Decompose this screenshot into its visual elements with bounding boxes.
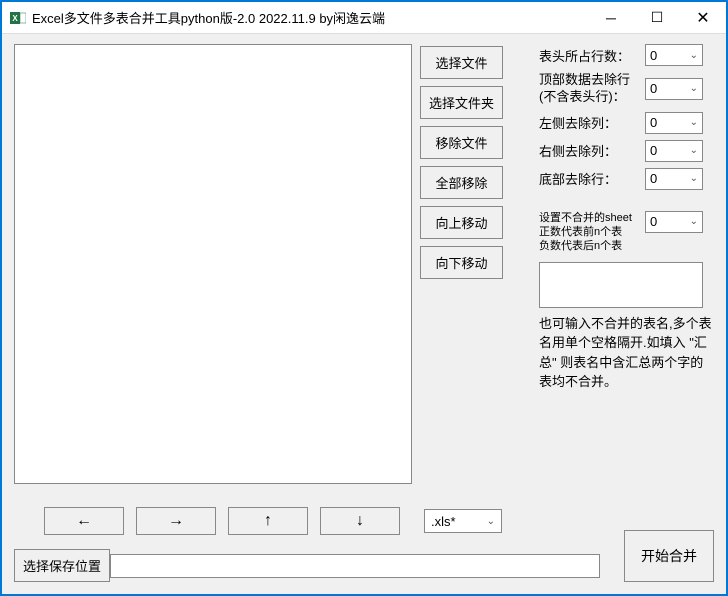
maximize-button[interactable]: ☐ [634,2,680,33]
sheet-exclude-textarea[interactable] [539,262,703,308]
nav-up-button[interactable]: ↑ [228,507,308,535]
remove-all-button[interactable]: 全部移除 [420,166,503,199]
select-files-button[interactable]: 选择文件 [420,46,503,79]
right-remove-select[interactable]: 0 ⌄ [645,140,703,162]
save-row: 选择保存位置 [14,549,714,582]
nav-row: ← → ↑ ↓ .xls* ⌄ [14,507,714,535]
save-location-button[interactable]: 选择保存位置 [14,549,110,582]
left-remove-label: 左侧去除列： [539,113,639,132]
nav-down-button[interactable]: ↓ [320,507,400,535]
chevron-down-icon: ⌄ [690,50,698,61]
bottom-remove-label: 底部去除行： [539,169,639,188]
select-folder-button[interactable]: 选择文件夹 [420,86,503,119]
titlebar: X Excel多文件多表合并工具python版-2.0 2022.11.9 by… [2,2,726,34]
top-remove-select[interactable]: 0 ⌄ [645,78,703,100]
close-button[interactable]: ✕ [680,2,726,33]
file-button-column: 选择文件 选择文件夹 移除文件 全部移除 向上移动 向下移动 [420,44,503,484]
extension-filter-select[interactable]: .xls* ⌄ [424,509,502,533]
content-area: 选择文件 选择文件夹 移除文件 全部移除 向上移动 向下移动 表头所占行数： 0… [2,34,726,494]
move-up-button[interactable]: 向上移动 [420,206,503,239]
chevron-down-icon: ⌄ [690,145,698,156]
bottom-remove-select[interactable]: 0 ⌄ [645,168,703,190]
sheet-exclude-select[interactable]: 0 ⌄ [645,211,703,233]
chevron-down-icon: ⌄ [690,117,698,128]
top-remove-label: 顶部数据去除行(不含表头行)： [539,72,639,106]
parameters-column: 表头所占行数： 0 ⌄ 顶部数据去除行(不含表头行)： 0 ⌄ 左侧去除列： [511,44,714,484]
minimize-button[interactable]: ─ [588,2,634,33]
file-list[interactable] [14,44,412,484]
help-text: 也可输入不合并的表名,多个表名用单个空格隔开.如填入 "汇总" 则表名中含汇总两… [539,314,714,392]
window-title: Excel多文件多表合并工具python版-2.0 2022.11.9 by闲逸… [32,8,588,27]
excel-icon: X [10,10,26,26]
header-rows-select[interactable]: 0 ⌄ [645,44,703,66]
left-remove-select[interactable]: 0 ⌄ [645,112,703,134]
nav-right-button[interactable]: → [136,507,216,535]
bottom-section: ← → ↑ ↓ .xls* ⌄ 选择保存位置 开始合并 [14,507,714,582]
chevron-down-icon: ⌄ [690,83,698,94]
app-window: X Excel多文件多表合并工具python版-2.0 2022.11.9 by… [0,0,728,596]
nav-left-button[interactable]: ← [44,507,124,535]
svg-text:X: X [12,14,18,23]
right-remove-label: 右侧去除列： [539,141,639,160]
window-controls: ─ ☐ ✕ [588,2,726,33]
chevron-down-icon: ⌄ [690,173,698,184]
start-merge-button[interactable]: 开始合并 [624,530,714,582]
save-path-input[interactable] [110,554,600,578]
header-rows-label: 表头所占行数： [539,46,639,65]
sheet-exclude-label: 设置不合并的sheet 正数代表前n个表 负数代表后n个表 [539,211,639,254]
chevron-down-icon: ⌄ [487,516,495,527]
remove-file-button[interactable]: 移除文件 [420,126,503,159]
chevron-down-icon: ⌄ [690,216,698,227]
move-down-button[interactable]: 向下移动 [420,246,503,279]
